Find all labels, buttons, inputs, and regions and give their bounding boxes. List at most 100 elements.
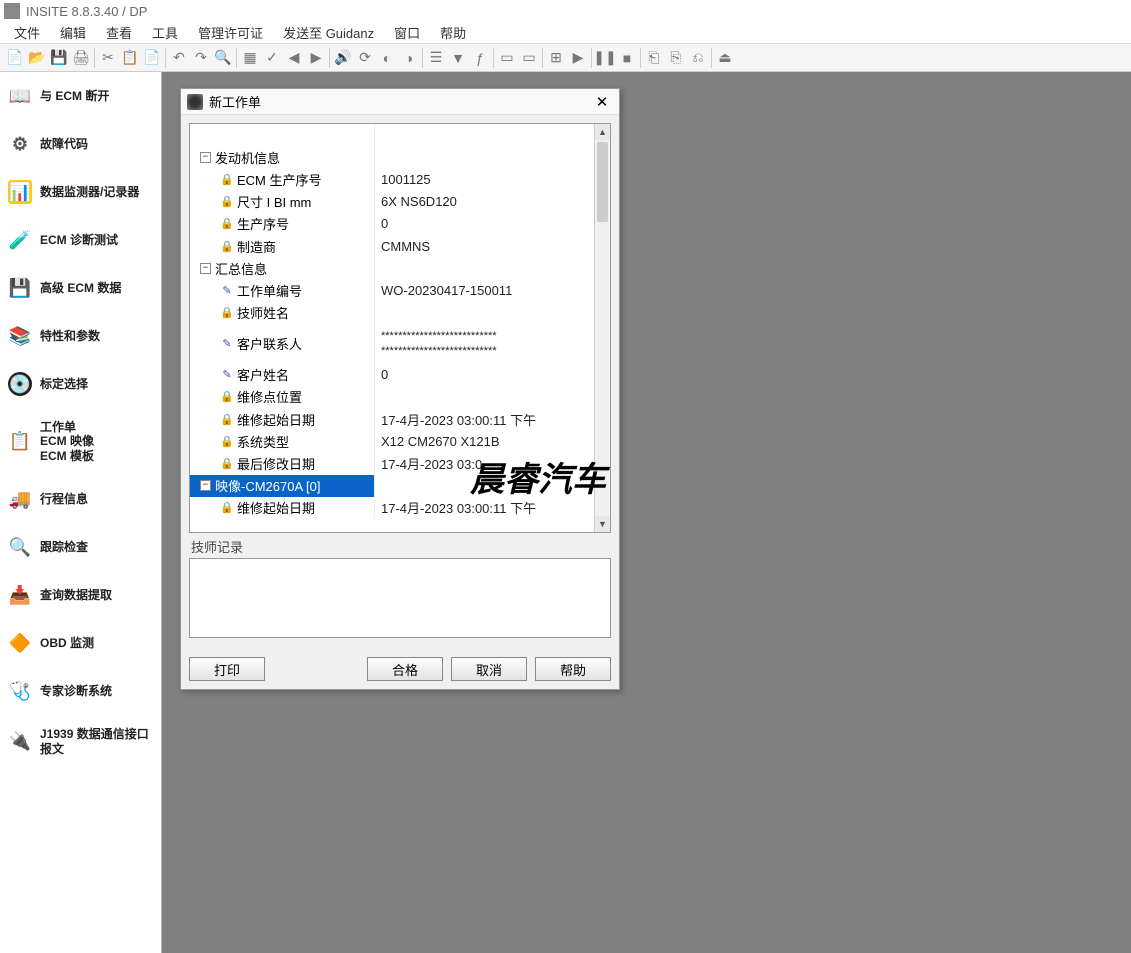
- expand-icon[interactable]: −: [200, 152, 211, 163]
- toolbar-check-icon[interactable]: ✓: [261, 47, 283, 69]
- tree-property-row[interactable]: 🔒维修起始日期17-4月-2023 03:00:11 下午: [190, 497, 594, 519]
- toolbar-open-icon[interactable]: 📂: [26, 47, 48, 69]
- sidebar-item-11[interactable]: 🔶OBD 监测: [0, 619, 161, 667]
- dialog-body: −发动机信息🔒ECM 生产序号1001125🔒尺寸 I BI mm6X NS6D…: [181, 115, 619, 649]
- menu-5[interactable]: 发送至 Guidanz: [273, 21, 384, 44]
- menu-2[interactable]: 查看: [96, 21, 142, 44]
- sidebar-item-13[interactable]: 🔌J1939 数据通信接口报文: [0, 715, 161, 768]
- tree-group-row[interactable]: −发动机信息: [190, 146, 594, 168]
- menu-3[interactable]: 工具: [142, 21, 188, 44]
- toolbar-c1-icon[interactable]: ◐: [376, 47, 398, 69]
- sidebar-item-3[interactable]: 🧪ECM 诊断测试: [0, 216, 161, 264]
- tree-property-row[interactable]: ✎客户姓名0: [190, 364, 594, 386]
- toolbar-t2-icon[interactable]: ⎘: [665, 47, 687, 69]
- edit-icon: ✎: [220, 368, 234, 381]
- toolbar-stop-icon[interactable]: ■: [616, 47, 638, 69]
- property-tree: −发动机信息🔒ECM 生产序号1001125🔒尺寸 I BI mm6X NS6D…: [189, 123, 611, 533]
- toolbar-rect1-icon[interactable]: ▭: [496, 47, 518, 69]
- help-button[interactable]: 帮助: [535, 657, 611, 681]
- menu-bar: 文件编辑查看工具管理许可证发送至 Guidanz窗口帮助: [0, 22, 1131, 44]
- tree-property-row[interactable]: 🔒维修起始日期17-4月-2023 03:00:11 下午: [190, 408, 594, 430]
- toolbar-find-icon[interactable]: 🔍: [212, 47, 234, 69]
- scroll-down-icon[interactable]: ▼: [595, 516, 610, 532]
- toolbar-sound-icon[interactable]: 🔊: [332, 47, 354, 69]
- sidebar-item-5[interactable]: 📚特性和参数: [0, 312, 161, 360]
- toolbar-play-icon[interactable]: ▶: [567, 47, 589, 69]
- tree-property-row[interactable]: 🔒生产序号0: [190, 213, 594, 235]
- sidebar-item-10[interactable]: 📥查询数据提取: [0, 571, 161, 619]
- tree-property-row[interactable]: ✎工作单编号WO-20230417-150011: [190, 279, 594, 301]
- print-button[interactable]: 打印: [189, 657, 265, 681]
- edit-icon: ✎: [220, 337, 234, 350]
- sidebar-label-6: 标定选择: [40, 377, 88, 391]
- menu-4[interactable]: 管理许可证: [188, 21, 273, 44]
- toolbar-exit-icon[interactable]: ⏏: [714, 47, 736, 69]
- lock-icon: 🔒: [220, 173, 234, 186]
- tree-group-row[interactable]: −映像-CM2670A [0]: [190, 475, 594, 497]
- sidebar-item-7[interactable]: 📋工作单 ECM 映像 ECM 模板: [0, 408, 161, 475]
- toolbar-c2-icon[interactable]: ◑: [398, 47, 420, 69]
- vertical-scrollbar[interactable]: ▲ ▼: [594, 124, 610, 532]
- menu-0[interactable]: 文件: [4, 21, 50, 44]
- sidebar-item-2[interactable]: 📊数据监测器/记录器: [0, 168, 161, 216]
- sidebar-item-12[interactable]: 🩺专家诊断系统: [0, 667, 161, 715]
- technician-notes-input[interactable]: [189, 558, 611, 638]
- toolbar-pause-icon[interactable]: ❚❚: [594, 47, 616, 69]
- toolbar-print-icon[interactable]: 🖨: [70, 47, 92, 69]
- tree-property-row[interactable]: 🔒尺寸 I BI mm6X NS6D120: [190, 191, 594, 213]
- toolbar-copy-icon[interactable]: 📋: [119, 47, 141, 69]
- ok-button[interactable]: 合格: [367, 657, 443, 681]
- menu-6[interactable]: 窗口: [384, 21, 430, 44]
- toolbar-fn-icon[interactable]: ƒ: [469, 47, 491, 69]
- expand-icon[interactable]: −: [200, 480, 211, 491]
- toolbar-t1-icon[interactable]: ⎗: [643, 47, 665, 69]
- property-key: ECM 生产序号: [237, 170, 322, 189]
- sidebar-item-0[interactable]: 📖与 ECM 断开: [0, 72, 161, 120]
- scroll-thumb[interactable]: [597, 142, 608, 222]
- toolbar-back-icon[interactable]: ◀: [283, 47, 305, 69]
- cancel-button[interactable]: 取消: [451, 657, 527, 681]
- menu-7[interactable]: 帮助: [430, 21, 476, 44]
- sidebar-icon-4: 💾: [8, 276, 32, 300]
- toolbar-cut-icon[interactable]: ✂: [97, 47, 119, 69]
- sidebar-item-9[interactable]: 🔍跟踪检查: [0, 523, 161, 571]
- toolbar-redo-icon[interactable]: ↷: [190, 47, 212, 69]
- tree-group-row[interactable]: −汇总信息: [190, 257, 594, 279]
- toolbar-paste-icon[interactable]: 📄: [141, 47, 163, 69]
- tree-property-row[interactable]: 🔒制造商CMMNS: [190, 235, 594, 257]
- scroll-up-icon[interactable]: ▲: [595, 124, 610, 140]
- toolbar-refresh-icon[interactable]: ⟳: [354, 47, 376, 69]
- tree-property-row[interactable]: 🔒最后修改日期17-4月-2023 03:0: [190, 452, 594, 474]
- sidebar-icon-10: 📥: [8, 583, 32, 607]
- lock-icon: 🔒: [220, 195, 234, 208]
- sidebar-item-8[interactable]: 🚚行程信息: [0, 475, 161, 523]
- toolbar-cols-icon[interactable]: ⊞: [545, 47, 567, 69]
- toolbar-save-icon[interactable]: 💾: [48, 47, 70, 69]
- sidebar-item-6[interactable]: 💿标定选择: [0, 360, 161, 408]
- toolbar-undo-icon[interactable]: ↶: [168, 47, 190, 69]
- sidebar-item-4[interactable]: 💾高级 ECM 数据: [0, 264, 161, 312]
- tree-property-row[interactable]: 🔒系统类型X12 CM2670 X121B: [190, 430, 594, 452]
- menu-1[interactable]: 编辑: [50, 21, 96, 44]
- close-icon[interactable]: ✕: [591, 93, 613, 111]
- toolbar-new-icon[interactable]: 📄: [4, 47, 26, 69]
- property-value: 17-4月-2023 03:00:11 下午: [375, 498, 594, 517]
- toolbar-t3-icon[interactable]: ⎌: [687, 47, 709, 69]
- sidebar-label-11: OBD 监测: [40, 636, 94, 650]
- sidebar-item-1[interactable]: ⚙故障代码: [0, 120, 161, 168]
- tree-property-row[interactable]: 🔒ECM 生产序号1001125: [190, 168, 594, 190]
- expand-icon[interactable]: −: [200, 263, 211, 274]
- toolbar-fwd-icon[interactable]: ▶: [305, 47, 327, 69]
- tree-property-row[interactable]: 🔒维修点位置: [190, 386, 594, 408]
- toolbar-separator: [422, 48, 423, 68]
- notes-label: 技师记录: [189, 533, 611, 558]
- toolbar-list-icon[interactable]: ☰: [425, 47, 447, 69]
- app-icon: [4, 3, 20, 19]
- sidebar-label-13: J1939 数据通信接口报文: [40, 727, 153, 756]
- toolbar-rect2-icon[interactable]: ▭: [518, 47, 540, 69]
- tree-property-row[interactable]: 🔒技师姓名: [190, 302, 594, 324]
- sidebar-label-12: 专家诊断系统: [40, 684, 112, 698]
- toolbar-page-icon[interactable]: ▦: [239, 47, 261, 69]
- tree-property-row[interactable]: ✎客户联系人*************************** ******…: [190, 324, 594, 364]
- toolbar-filter-icon[interactable]: ▼: [447, 47, 469, 69]
